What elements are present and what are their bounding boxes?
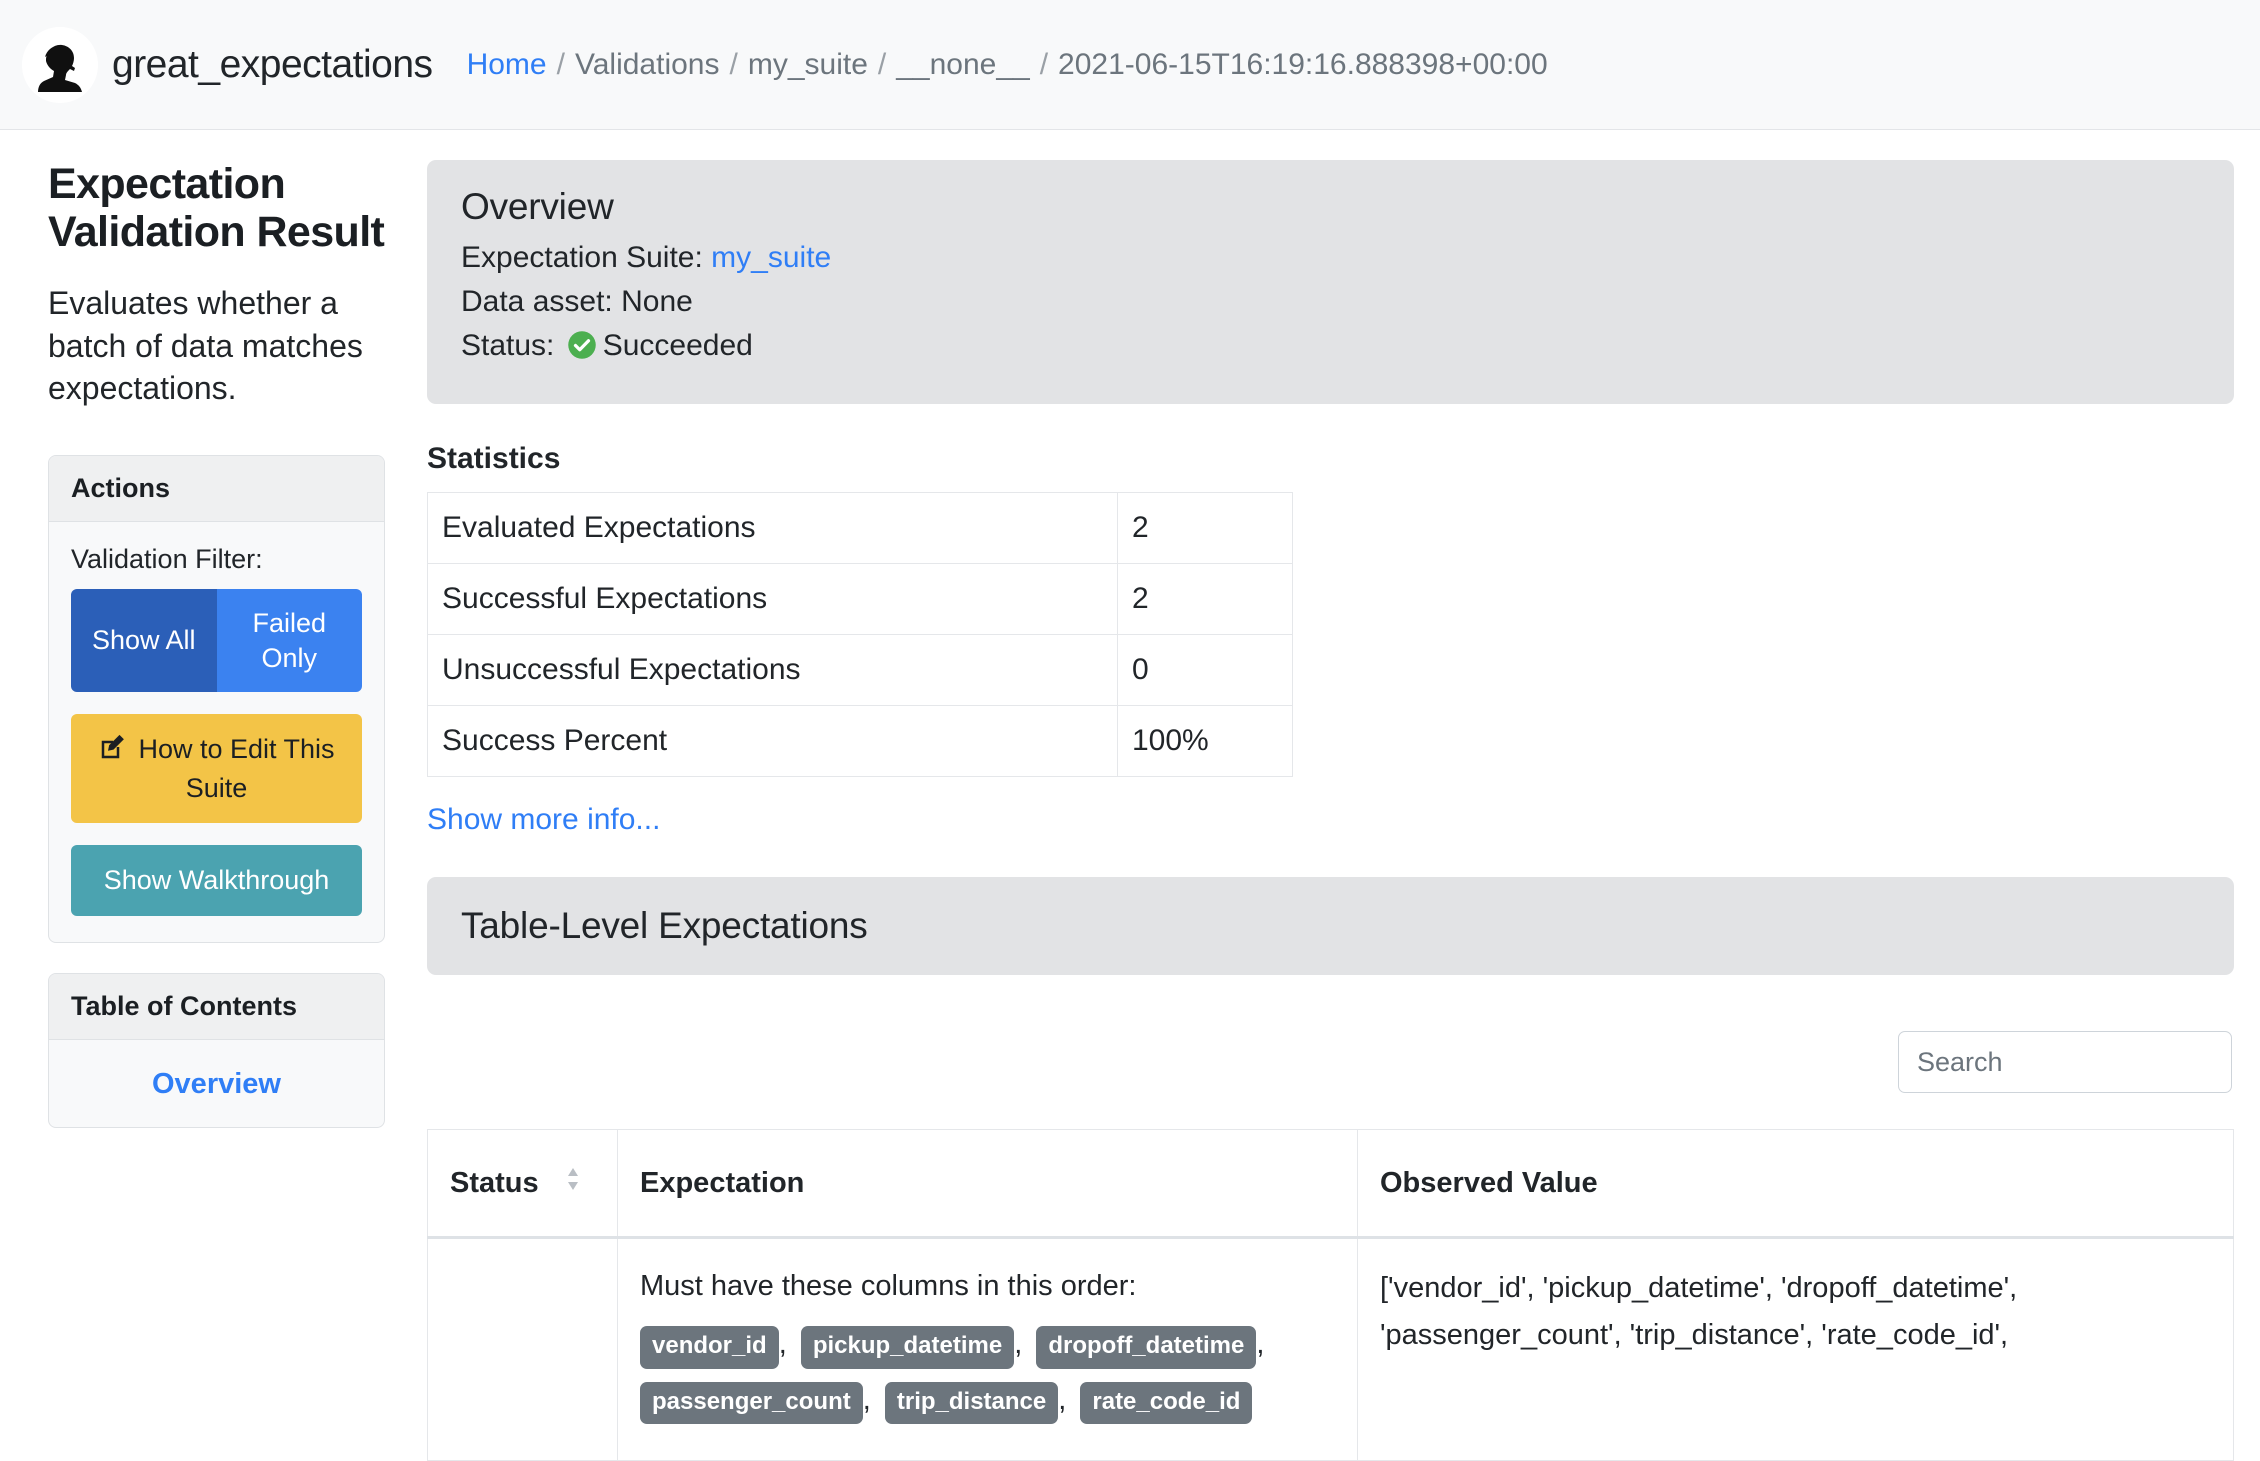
cell-expectation: Must have these columns in this order: v… (617, 1237, 1358, 1461)
how-to-edit-this-suite-button[interactable]: How to Edit This Suite (71, 714, 362, 824)
expectations-results-table: Status Expectation Observed Value Must h… (427, 1129, 2234, 1461)
sidebar: Expectation Validation Result Evaluates … (0, 130, 415, 1158)
stat-value: 100% (1117, 705, 1293, 778)
stat-key: Unsuccessful Expectations (427, 634, 1118, 707)
breadcrumb-separator: / (1039, 47, 1049, 81)
overview-status-label: Status: (461, 328, 555, 362)
table-row: Unsuccessful Expectations 0 (427, 634, 1293, 707)
failed-only-button[interactable]: Failed Only (216, 589, 362, 693)
overview-suite-link[interactable]: my_suite (711, 241, 831, 274)
actions-card: Actions Validation Filter: Show All Fail… (48, 455, 385, 943)
table-row: Evaluated Expectations 2 (427, 492, 1293, 565)
toc-item-overview[interactable]: Overview (71, 1062, 362, 1101)
column-header-status-label: Status (450, 1166, 539, 1199)
table-level-expectations-heading: Table-Level Expectations (461, 905, 868, 947)
expectation-text: Must have these columns in this order: (640, 1270, 1137, 1303)
show-more-info-link[interactable]: Show more info... (427, 803, 660, 837)
validation-filter-label: Validation Filter: (71, 544, 263, 575)
overview-title: Overview (461, 186, 614, 227)
expectation-column-pills: vendor_id, pickup_datetime, dropoff_date… (640, 1323, 1333, 1435)
column-pill: passenger_count (640, 1381, 863, 1425)
table-row: Success Percent 100% (427, 705, 1293, 778)
page-description: Evaluates whether a batch of data matche… (48, 285, 363, 406)
stat-key: Successful Expectations (427, 563, 1118, 636)
breadcrumb-home-link[interactable]: Home (467, 48, 547, 82)
overview-suite-row: Expectation Suite: my_suite (461, 236, 2200, 280)
table-of-contents-card: Table of Contents Overview (48, 972, 385, 1128)
column-header-expectation[interactable]: Expectation (617, 1129, 1358, 1240)
page-container: Expectation Validation Result Evaluates … (0, 130, 2260, 1461)
table-header-row: Status Expectation Observed Value (427, 1129, 2234, 1240)
overview-status-row: Status: Succeeded (461, 324, 2200, 373)
column-pill: pickup_datetime (800, 1325, 1015, 1369)
main-content: Overview Expectation Suite: my_suite Dat… (415, 130, 2260, 1461)
statistics-table: Evaluated Expectations 2 Successful Expe… (427, 492, 1293, 778)
search-row (427, 1031, 2234, 1094)
breadcrumb-item-suite: my_suite (747, 47, 868, 81)
how-to-edit-this-suite-label: How to Edit This Suite (138, 734, 335, 803)
table-of-contents-body: Overview (49, 1040, 384, 1127)
overview-asset-row: Data asset: None (461, 280, 2200, 324)
edit-pencil-square-icon (98, 732, 128, 771)
statistics-title: Statistics (427, 442, 561, 476)
overview-asset-value: None (621, 284, 693, 318)
search-input[interactable] (1898, 1031, 2232, 1094)
breadcrumb-separator: / (729, 47, 738, 81)
column-pill: vendor_id (640, 1325, 779, 1369)
actions-card-header: Actions (49, 456, 384, 523)
table-row: Must have these columns in this order: v… (427, 1237, 2234, 1461)
brand[interactable]: great_expectations (22, 26, 433, 103)
column-header-observed-value[interactable]: Observed Value (1357, 1129, 2234, 1240)
breadcrumb-item-validations: Validations (574, 47, 720, 81)
check-circle-icon (567, 329, 597, 373)
stat-key: Success Percent (427, 705, 1118, 778)
page-title: Expectation Validation Result (48, 160, 385, 257)
status-badge: Succeeded (602, 328, 753, 362)
breadcrumb-separator: / (877, 47, 887, 81)
breadcrumb-item-none: __none__ (896, 47, 1030, 81)
top-navbar: great_expectations Home / Validations / … (0, 0, 2260, 130)
actions-card-body: Validation Filter: Show All Failed Only … (49, 522, 384, 942)
column-pill: trip_distance (884, 1381, 1059, 1425)
breadcrumb: Home / Validations / my_suite / __none__… (467, 48, 1548, 82)
great-expectations-logo-icon (22, 26, 98, 103)
table-level-expectations-band: Table-Level Expectations (427, 877, 2234, 976)
sort-updown-icon[interactable] (565, 1166, 581, 1200)
cell-observed-value: ['vendor_id', 'pickup_datetime', 'dropof… (1357, 1237, 2234, 1461)
column-pill: dropoff_datetime (1036, 1325, 1257, 1369)
breadcrumb-separator: / (556, 47, 565, 81)
observed-value-text: ['vendor_id', 'pickup_datetime', 'dropof… (1380, 1272, 2018, 1352)
overview-panel: Overview Expectation Suite: my_suite Dat… (427, 160, 2234, 405)
brand-name: great_expectations (112, 42, 433, 86)
column-header-status[interactable]: Status (427, 1129, 618, 1240)
stat-value: 0 (1117, 634, 1293, 707)
stat-value: 2 (1117, 492, 1293, 565)
table-of-contents-header: Table of Contents (49, 973, 384, 1040)
stat-key: Evaluated Expectations (427, 492, 1118, 565)
show-all-button[interactable]: Show All (71, 589, 217, 693)
table-row: Successful Expectations 2 (427, 563, 1293, 636)
overview-suite-label: Expectation Suite: (461, 241, 703, 274)
column-pill: rate_code_id (1080, 1381, 1253, 1425)
stat-value: 2 (1117, 563, 1293, 636)
show-walkthrough-button[interactable]: Show Walkthrough (71, 845, 362, 916)
cell-status (427, 1237, 618, 1461)
breadcrumb-item-timestamp: 2021-06-15T16:19:16.888398+00:00 (1058, 47, 1548, 81)
validation-filter-button-group: Show All Failed Only (71, 589, 362, 693)
overview-asset-label: Data asset: (461, 284, 613, 318)
